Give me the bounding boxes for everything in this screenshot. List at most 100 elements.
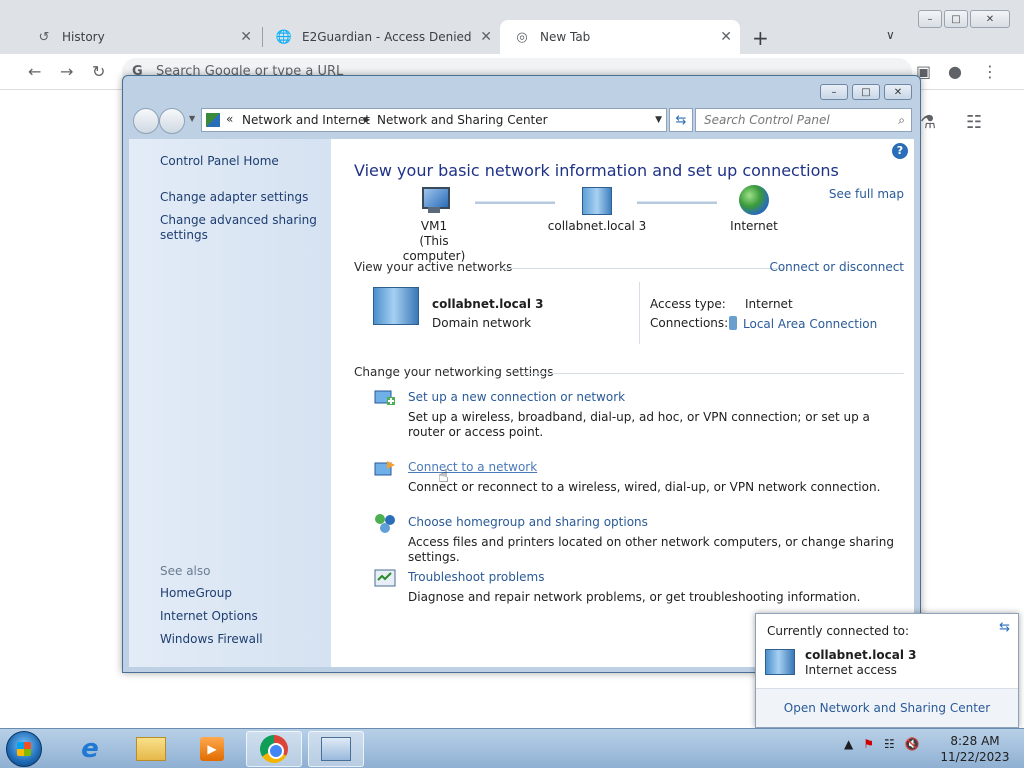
reload-icon[interactable]: ↻ bbox=[92, 62, 105, 81]
recent-pages-dropdown[interactable]: ▼ bbox=[189, 114, 195, 123]
show-hidden-icons-icon[interactable]: ▲ bbox=[844, 737, 853, 751]
homegroup-link[interactable]: HomeGroup bbox=[160, 586, 232, 601]
breadcrumb-sharing-center[interactable]: Network and Sharing Center bbox=[377, 113, 548, 127]
minimize-button[interactable]: – bbox=[918, 10, 942, 28]
close-tab-icon[interactable]: ✕ bbox=[240, 29, 252, 45]
forward-arrow-icon[interactable]: → bbox=[60, 62, 73, 81]
access-type-label: Access type: bbox=[650, 297, 726, 311]
see-full-map-link[interactable]: See full map bbox=[829, 187, 904, 201]
search-input[interactable]: Search Control Panel ⌕ bbox=[695, 108, 912, 132]
section-divider bbox=[523, 373, 904, 374]
active-network-type[interactable]: Domain network bbox=[432, 316, 531, 330]
tab-label: History bbox=[62, 30, 105, 44]
ethernet-icon bbox=[729, 316, 737, 330]
close-tab-icon[interactable]: ✕ bbox=[480, 29, 492, 45]
tab-history[interactable]: ↺ History ✕ bbox=[22, 20, 260, 54]
profile-icon[interactable]: ● bbox=[948, 62, 962, 81]
taskbar-internet-explorer[interactable]: e bbox=[62, 731, 118, 767]
maximize-button[interactable]: □ bbox=[852, 84, 880, 100]
taskbar-explorer[interactable] bbox=[123, 731, 179, 767]
clock-time: 8:28 AM bbox=[950, 734, 1000, 748]
change-advanced-sharing-link[interactable]: Change advanced sharing settings bbox=[160, 213, 320, 243]
start-button[interactable] bbox=[6, 731, 42, 767]
map-computer-node[interactable]: VM1 (This computer) bbox=[389, 187, 479, 264]
see-also-label: See also bbox=[160, 564, 211, 578]
control-panel-icon bbox=[321, 737, 351, 761]
globe-icon bbox=[739, 185, 769, 215]
flyout-network-status: Internet access bbox=[805, 663, 897, 677]
back-arrow-icon[interactable]: ← bbox=[28, 62, 41, 81]
section-divider bbox=[499, 268, 784, 269]
connect-or-disconnect-link[interactable]: Connect or disconnect bbox=[769, 260, 904, 274]
troubleshoot-link[interactable]: Troubleshoot problems bbox=[408, 570, 544, 584]
back-button[interactable] bbox=[133, 108, 159, 134]
menu-dots-icon[interactable]: ⋮ bbox=[982, 62, 998, 81]
setup-new-connection-link[interactable]: Set up a new connection or network bbox=[408, 390, 625, 404]
domain-network-icon[interactable] bbox=[373, 287, 419, 325]
close-tab-icon[interactable]: ✕ bbox=[720, 29, 732, 45]
volume-muted-icon[interactable]: 🔇 bbox=[905, 737, 920, 751]
change-adapter-settings-link[interactable]: Change adapter settings bbox=[160, 190, 308, 205]
connect-network-icon bbox=[373, 457, 397, 479]
map-internet-node[interactable]: Internet bbox=[719, 185, 789, 234]
action-center-icon[interactable]: ⚑ bbox=[863, 737, 874, 751]
network-icon[interactable]: ☷ bbox=[884, 737, 895, 751]
clock[interactable]: 8:28 AM 11/22/2023 bbox=[940, 733, 1010, 765]
windows-firewall-link[interactable]: Windows Firewall bbox=[160, 632, 263, 647]
troubleshoot-desc: Diagnose and repair network problems, or… bbox=[408, 590, 861, 604]
refresh-icon[interactable]: ⇆ bbox=[999, 620, 1010, 635]
tab-new-tab[interactable]: ◎ New Tab ✕ bbox=[500, 20, 740, 54]
taskbar-chrome[interactable] bbox=[246, 731, 302, 767]
maximize-button[interactable]: □ bbox=[944, 10, 968, 28]
open-sharing-center-link[interactable]: Open Network and Sharing Center bbox=[756, 701, 1018, 715]
window-titlebar[interactable]: – □ ✕ bbox=[123, 76, 920, 106]
close-button[interactable]: ✕ bbox=[884, 84, 912, 100]
labs-icon[interactable]: ⚗ bbox=[920, 112, 936, 133]
map-network-node[interactable]: collabnet.local 3 bbox=[547, 187, 647, 234]
homegroup-sharing-link[interactable]: Choose homegroup and sharing options bbox=[408, 515, 648, 529]
computer-icon bbox=[418, 187, 450, 215]
internet-options-link[interactable]: Internet Options bbox=[160, 609, 258, 624]
local-area-connection-link[interactable]: Local Area Connection bbox=[729, 316, 877, 331]
forward-button[interactable] bbox=[159, 108, 185, 134]
networking-settings-header: Change your networking settings bbox=[354, 365, 554, 379]
apps-grid-icon[interactable]: ☷ bbox=[966, 112, 982, 133]
control-panel-home-link[interactable]: Control Panel Home bbox=[160, 154, 279, 169]
flyout-body: Currently connected to: ⇆ collabnet.loca… bbox=[756, 614, 1018, 688]
active-networks-header: View your active networks bbox=[354, 260, 513, 274]
breadcrumb-network-internet[interactable]: Network and Internet bbox=[242, 113, 370, 127]
currently-connected-label: Currently connected to: bbox=[767, 624, 910, 638]
new-tab-button[interactable]: + bbox=[752, 26, 769, 50]
vertical-divider bbox=[639, 282, 640, 344]
refresh-button[interactable]: ⇆ bbox=[669, 108, 693, 132]
system-tray: ▲ ⚑ ☷ 🔇 bbox=[844, 737, 930, 751]
tab-e2guardian[interactable]: 🌐 E2Guardian - Access Denied ✕ bbox=[262, 20, 500, 54]
chrome-icon: ◎ bbox=[516, 29, 528, 45]
breadcrumb-overflow[interactable]: « bbox=[226, 112, 233, 126]
control-panel-icon bbox=[206, 113, 220, 127]
connect-to-network-desc: Connect or reconnect to a wireless, wire… bbox=[408, 480, 881, 494]
domain-network-icon bbox=[582, 187, 612, 215]
clock-date: 11/22/2023 bbox=[940, 750, 1010, 764]
breadcrumb-arrow-icon[interactable]: ▶ bbox=[364, 115, 370, 124]
map-connector-line bbox=[475, 201, 555, 204]
navigation-bar: ▼ « Network and Internet ▶ Network and S… bbox=[129, 106, 916, 136]
taskbar-media-player[interactable]: ▶ bbox=[184, 731, 240, 767]
chevron-down-icon[interactable]: ∨ bbox=[886, 28, 895, 42]
chrome-tab-strip: ↺ History ✕ 🌐 E2Guardian - Access Denied… bbox=[0, 0, 1024, 54]
address-dropdown-icon[interactable]: ▼ bbox=[655, 115, 662, 125]
close-button[interactable]: ✕ bbox=[970, 10, 1010, 28]
help-icon[interactable]: ? bbox=[892, 143, 908, 159]
chrome-icon bbox=[260, 735, 288, 763]
flyout-network-name[interactable]: collabnet.local 3 bbox=[805, 648, 916, 662]
homegroup-sharing-desc: Access files and printers located on oth… bbox=[408, 535, 894, 564]
window-controls: – □ ✕ bbox=[816, 84, 912, 100]
minimize-button[interactable]: – bbox=[820, 84, 848, 100]
taskbar-control-panel[interactable] bbox=[308, 731, 364, 767]
search-icon[interactable]: ⌕ bbox=[898, 109, 905, 131]
globe-icon: 🌐 bbox=[275, 29, 293, 45]
new-connection-icon bbox=[373, 387, 397, 409]
connect-to-network-link[interactable]: Connect to a network bbox=[408, 460, 537, 474]
address-bar[interactable]: « Network and Internet ▶ Network and Sha… bbox=[201, 108, 667, 132]
access-type-value: Internet bbox=[745, 297, 793, 311]
